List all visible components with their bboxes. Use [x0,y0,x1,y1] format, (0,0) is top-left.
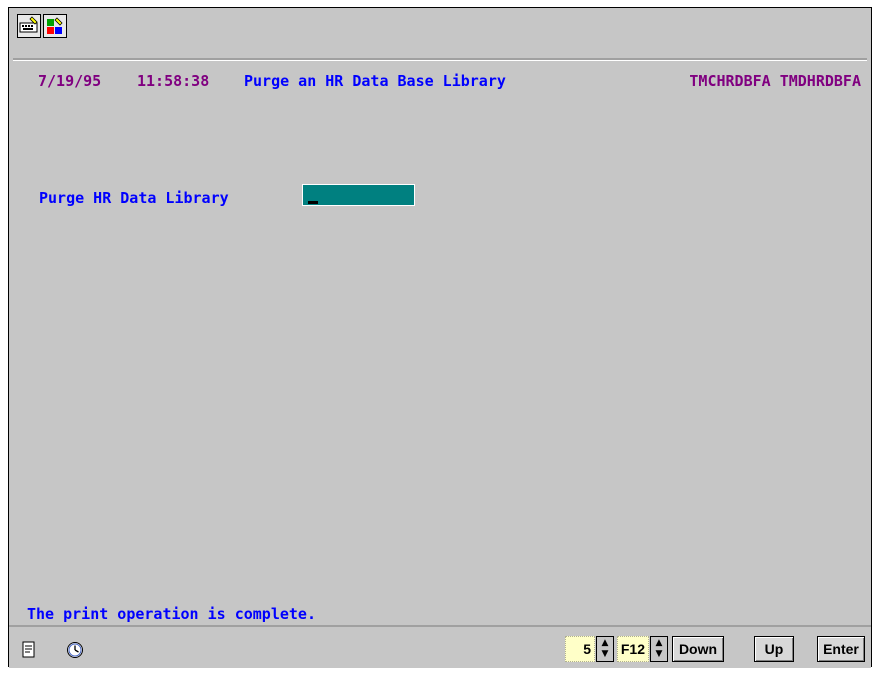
purge-library-label: Purge HR Data Library [39,189,229,207]
spin-up-icon[interactable]: ▲ [653,638,665,649]
clock-icon[interactable] [66,641,83,659]
count-field[interactable]: 5 [565,636,595,662]
screen-title: Purge an HR Data Base Library [244,72,506,90]
function-key-field[interactable]: F12 [617,636,649,662]
text-cursor [308,201,318,204]
page-down-button[interactable]: Down [672,636,724,662]
emulator-window: 7/19/95 11:58:38 Purge an HR Data Base L… [8,7,872,668]
spin-up-icon[interactable]: ▲ [599,638,611,649]
bottom-bar: 5 ▲ ▼ F12 ▲ ▼ Down Up Enter [9,625,871,668]
page-up-button[interactable]: Up [754,636,794,662]
enter-button[interactable]: Enter [817,636,865,662]
program-names: TMCHRDBFA TMDHRDBFA [689,72,861,90]
document-icon[interactable] [21,641,37,659]
screen-time: 11:58:38 [137,72,210,90]
keyboard-edit-icon[interactable] [17,14,41,38]
status-message: The print operation is complete. [27,605,316,623]
spin-down-icon[interactable]: ▼ [599,649,611,660]
toolbar-divider [13,58,867,61]
toolbar [9,8,871,58]
purge-library-input[interactable] [302,184,415,206]
screen-date: 7/19/95 [38,72,102,90]
count-spinner[interactable]: ▲ ▼ [596,636,614,662]
function-key-spinner[interactable]: ▲ ▼ [650,636,668,662]
color-palette-icon[interactable] [43,14,67,38]
spin-down-icon[interactable]: ▼ [653,649,665,660]
